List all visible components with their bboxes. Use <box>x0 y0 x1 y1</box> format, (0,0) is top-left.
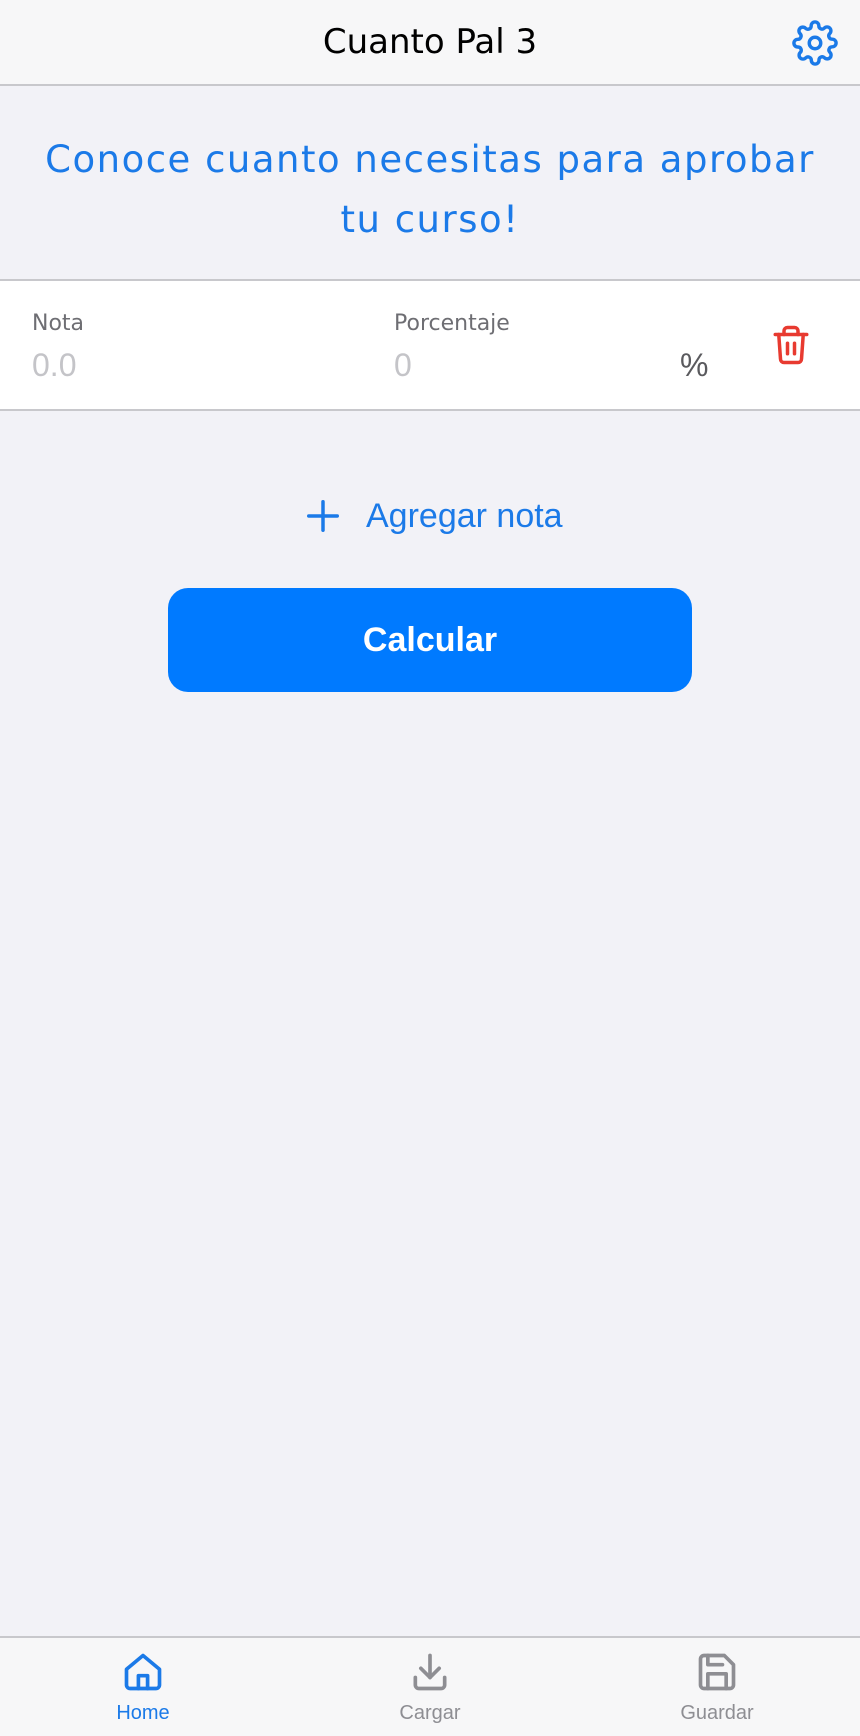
tab-cargar-label: Cargar <box>399 1702 461 1724</box>
percent-label: Porcentaje <box>394 311 510 336</box>
tab-guardar-label: Guardar <box>680 1702 754 1724</box>
delete-grade-button[interactable] <box>770 322 812 368</box>
grade-entry-row: Nota Porcentaje % <box>0 281 860 411</box>
save-icon <box>698 1653 736 1691</box>
tab-bar: Home Cargar Guardar <box>0 1636 860 1736</box>
trash-icon <box>773 325 809 365</box>
calculate-button[interactable]: Calcular <box>168 588 692 692</box>
settings-button[interactable] <box>792 20 838 66</box>
add-grade-label: Agregar nota <box>366 496 563 535</box>
intro-banner: Conoce cuanto necesitas para aprobar tu … <box>0 86 860 281</box>
tab-cargar[interactable]: Cargar <box>330 1638 530 1736</box>
intro-text: Conoce cuanto necesitas para aprobar tu … <box>45 138 815 241</box>
home-icon <box>124 1653 162 1691</box>
percent-input[interactable] <box>394 343 664 387</box>
grade-label: Nota <box>32 311 85 336</box>
page-title: Cuanto Pal 3 <box>322 22 538 62</box>
tab-home[interactable]: Home <box>43 1638 243 1736</box>
add-grade-button[interactable]: Agregar nota <box>304 490 563 542</box>
app-header: Cuanto Pal 3 <box>0 0 860 86</box>
grade-input[interactable] <box>32 343 352 387</box>
tab-home-label: Home <box>116 1702 170 1724</box>
download-icon <box>413 1653 447 1691</box>
gear-icon <box>792 20 838 66</box>
plus-icon <box>307 500 339 532</box>
tab-guardar[interactable]: Guardar <box>617 1638 817 1736</box>
percent-sign: % <box>680 347 709 383</box>
